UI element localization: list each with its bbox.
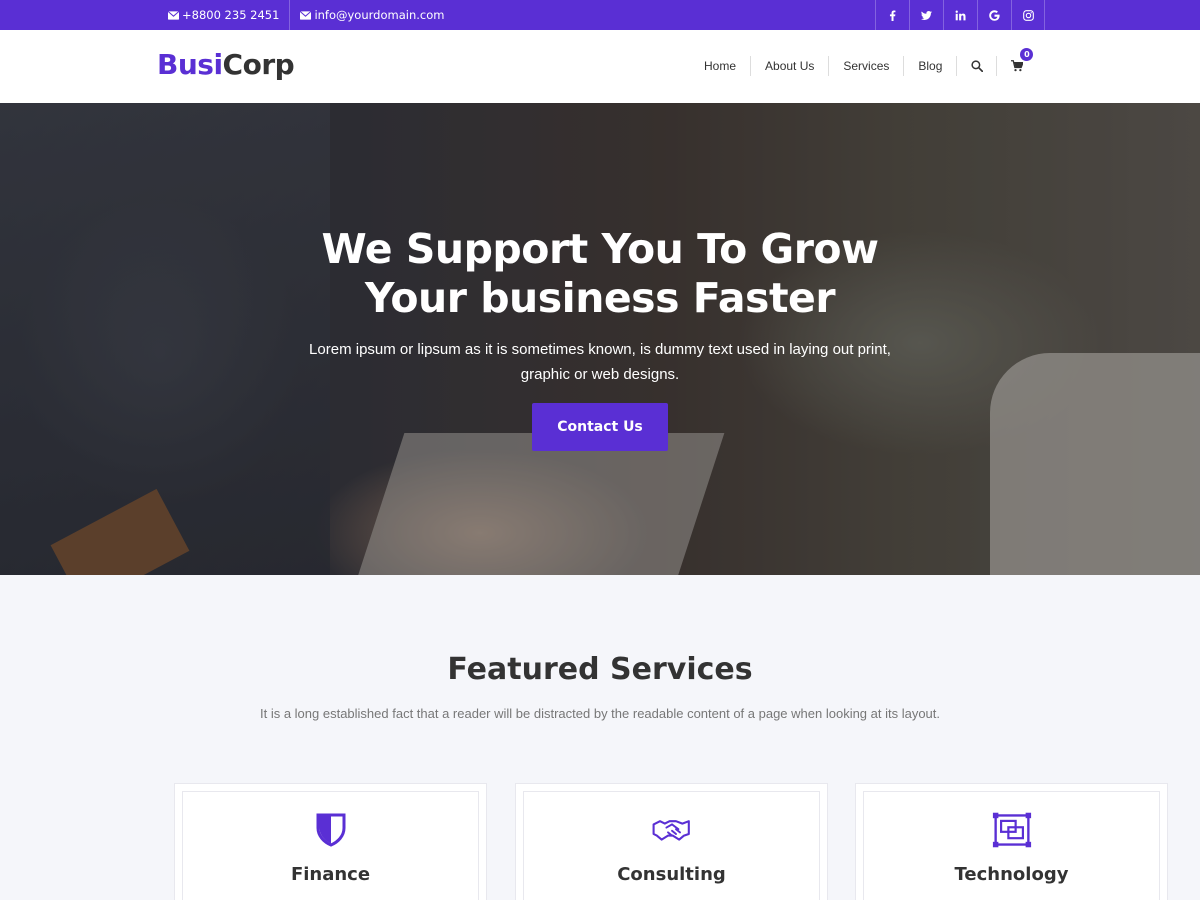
site-header: BusiCorp Home About Us Services Blog 0 [0, 30, 1200, 103]
hero-title-line-1: We Support You To Grow [321, 225, 879, 273]
service-title: Technology [954, 864, 1069, 885]
service-card-finance[interactable]: Finance [174, 783, 487, 900]
hero-banner: We Support You To Grow Your business Fas… [0, 103, 1200, 575]
instagram-icon[interactable] [1011, 0, 1045, 30]
email-address: info@yourdomain.com [314, 8, 445, 22]
cart-count-badge: 0 [1020, 48, 1034, 61]
linkedin-icon[interactable] [943, 0, 977, 30]
google-icon[interactable] [977, 0, 1011, 30]
cart-button[interactable]: 0 [997, 48, 1037, 76]
nav-services[interactable]: Services [829, 56, 905, 76]
envelope-icon [300, 10, 312, 20]
hero-description: Lorem ipsum or lipsum as it is sometimes… [309, 341, 891, 383]
service-title: Finance [290, 864, 371, 885]
social-links [875, 0, 1045, 30]
nav-home[interactable]: Home [690, 56, 752, 76]
logo-part-2: Corp [222, 48, 295, 81]
technology-icon [992, 810, 1032, 850]
service-card-technology[interactable]: Technology [855, 783, 1168, 900]
service-title: Consulting [617, 864, 726, 885]
search-button[interactable] [957, 56, 998, 76]
search-icon [971, 60, 983, 72]
logo-part-1: Busi [157, 48, 223, 81]
nav-about-us[interactable]: About Us [751, 56, 830, 76]
handshake-icon [652, 810, 692, 850]
featured-services-title: Featured Services [447, 652, 753, 687]
hero-title-line-2: Your business Faster [364, 274, 836, 322]
phone-number: +8800 235 2451 [182, 8, 280, 22]
envelope-icon [168, 10, 179, 20]
shield-icon [311, 810, 351, 850]
contact-us-button[interactable]: Contact Us [532, 403, 668, 451]
cart-icon [1011, 60, 1024, 72]
top-bar: +8800 235 2451 info@yourdomain.com [0, 0, 1200, 30]
email-contact[interactable]: info@yourdomain.com [289, 0, 454, 30]
service-card-consulting[interactable]: Consulting [515, 783, 828, 900]
nav-blog[interactable]: Blog [904, 56, 958, 76]
featured-services-subtitle: It is a long established fact that a rea… [259, 706, 941, 721]
facebook-icon[interactable] [875, 0, 909, 30]
hero-title: We Support You To Grow Your business Fas… [0, 225, 1200, 323]
logo[interactable]: BusiCorp [157, 48, 295, 81]
phone-contact[interactable]: +8800 235 2451 [168, 0, 289, 30]
main-nav: Home About Us Services Blog 0 [690, 48, 1037, 76]
twitter-icon[interactable] [909, 0, 943, 30]
